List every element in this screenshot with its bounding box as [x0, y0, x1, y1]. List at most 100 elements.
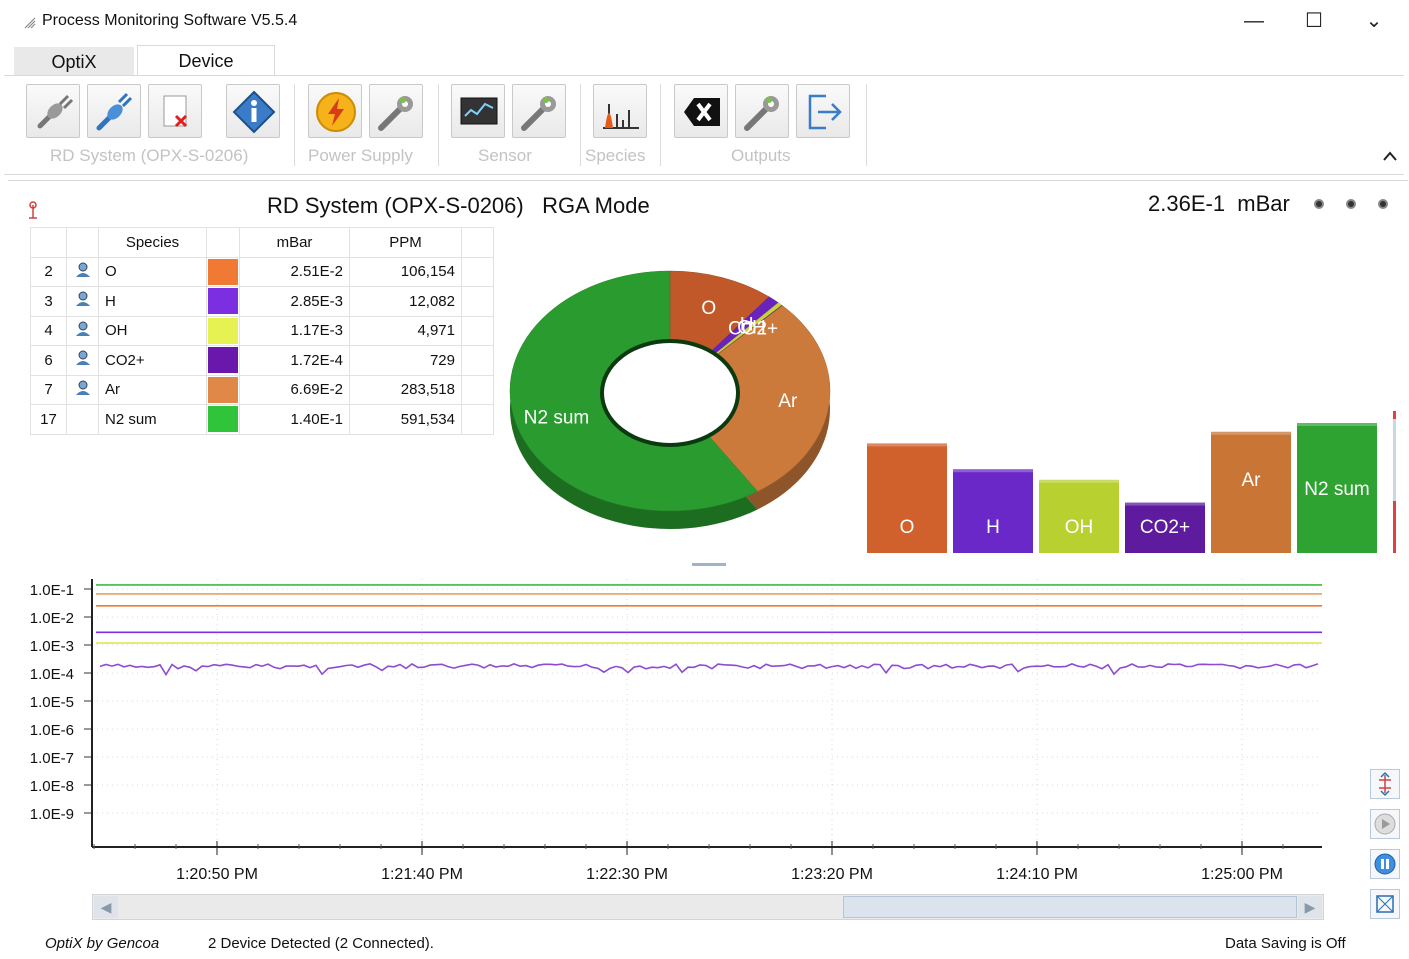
- species-button[interactable]: [593, 84, 647, 138]
- row-spacer: [461, 315, 494, 346]
- power-button[interactable]: [308, 84, 362, 138]
- row-spacer: [461, 286, 494, 317]
- remove-device-button[interactable]: [148, 84, 202, 138]
- species-color-swatch: [206, 404, 240, 435]
- tab-device[interactable]: Device: [137, 45, 275, 79]
- species-mbar: 1.72E-4: [239, 345, 350, 376]
- ribbon-separator: [294, 84, 295, 166]
- sensor-button[interactable]: [451, 84, 505, 138]
- play-icon: [1374, 813, 1396, 835]
- bar-h[interactable]: [953, 469, 1033, 553]
- outputs-settings-button[interactable]: [735, 84, 789, 138]
- species-index: 6: [30, 345, 67, 376]
- species-row[interactable]: 6 CO2+ 1.72E-4 729: [30, 345, 494, 376]
- group-label-power: Power Supply: [308, 146, 413, 165]
- color-swatch[interactable]: [208, 376, 238, 403]
- species-index: 7: [30, 374, 67, 405]
- zoom-reset-button[interactable]: [1370, 889, 1400, 919]
- species-color-swatch: [206, 345, 240, 376]
- export-icon: [808, 94, 842, 130]
- y-tick-label: 1.0E-5: [30, 694, 74, 711]
- indicator-3[interactable]: [1378, 199, 1388, 209]
- color-swatch[interactable]: [208, 258, 238, 285]
- species-row[interactable]: 17 N2 sum 1.40E-1 591,534: [30, 404, 494, 435]
- pressure-unit: mBar: [1237, 191, 1290, 216]
- chevron-up-icon: [1383, 151, 1397, 161]
- minimize-button[interactable]: —: [1234, 8, 1274, 34]
- sensor-settings-button[interactable]: [512, 84, 566, 138]
- color-swatch[interactable]: [208, 406, 238, 433]
- scroll-thumb[interactable]: [843, 896, 1297, 918]
- donut-label: N2 sum: [524, 407, 589, 428]
- row-spacer: [461, 345, 494, 376]
- indicator-2[interactable]: [1346, 199, 1356, 209]
- export-button[interactable]: [796, 84, 850, 138]
- bar-highlight: [1297, 423, 1377, 426]
- disconnect-button[interactable]: [26, 84, 80, 138]
- device-status: 2 Device Detected (2 Connected).: [208, 935, 434, 952]
- scroll-left-button[interactable]: ◀: [94, 896, 118, 918]
- antenna-icon: [29, 201, 37, 219]
- outputs-clear-button[interactable]: [674, 84, 728, 138]
- species-name: N2 sum: [98, 404, 207, 435]
- user-icon: [75, 291, 90, 307]
- bar-label: H: [986, 517, 1000, 538]
- species-bar-chart: O H OH CO2+Ar N2 sum: [867, 411, 1396, 553]
- donut-hole: [600, 339, 740, 447]
- spectrum-icon: [603, 104, 639, 129]
- species-name: Ar: [98, 374, 207, 405]
- zoom-fit-icon: [1379, 771, 1391, 797]
- ribbon-separator: [580, 84, 581, 166]
- col-index: [30, 227, 67, 258]
- lightning-icon: [316, 92, 356, 132]
- species-row[interactable]: 2 O 2.51E-2 106,154: [30, 256, 494, 287]
- panel-splitter[interactable]: [692, 563, 726, 566]
- col-species[interactable]: Species: [98, 227, 207, 258]
- zoom-fit-button[interactable]: [1370, 769, 1400, 799]
- connect-button[interactable]: [87, 84, 141, 138]
- bar-label: O: [900, 517, 915, 538]
- bar-highlight: [953, 469, 1033, 473]
- bar-label: Ar: [1242, 470, 1262, 491]
- col-mbar[interactable]: mBar: [239, 227, 350, 258]
- species-row[interactable]: 7 Ar 6.69E-2 283,518: [30, 374, 494, 405]
- power-settings-button[interactable]: [369, 84, 423, 138]
- maximize-button[interactable]: ☐: [1294, 8, 1334, 34]
- col-ppm[interactable]: PPM: [349, 227, 462, 258]
- brand-label: OptiX by Gencoa: [45, 935, 160, 952]
- color-swatch[interactable]: [208, 288, 238, 315]
- bar-scale-bottom: [1393, 501, 1396, 553]
- play-button[interactable]: [1370, 809, 1400, 839]
- ribbon-separator: [660, 84, 661, 166]
- user-icon: [66, 256, 99, 287]
- color-swatch[interactable]: [208, 317, 238, 344]
- x-tick-label: 1:24:10 PM: [996, 866, 1078, 883]
- col-color: [206, 227, 240, 258]
- species-index: 3: [30, 286, 67, 317]
- scroll-right-button[interactable]: ▶: [1298, 896, 1322, 918]
- species-color-swatch: [206, 256, 240, 287]
- species-mbar: 1.40E-1: [239, 404, 350, 435]
- species-row[interactable]: 3 H 2.85E-3 12,082: [30, 286, 494, 317]
- remove-document-icon: [163, 95, 188, 128]
- color-swatch[interactable]: [208, 347, 238, 374]
- species-name: CO2+: [98, 345, 207, 376]
- status-bar: OptiX by Gencoa 2 Device Detected (2 Con…: [0, 928, 1409, 959]
- species-index: 4: [30, 315, 67, 346]
- species-row[interactable]: 4 OH 1.17E-3 4,971: [30, 315, 494, 346]
- user-icon: [66, 315, 99, 346]
- close-button[interactable]: ⌄: [1354, 8, 1394, 34]
- species-index: 2: [30, 256, 67, 287]
- ribbon-tabs: OptiX Device: [0, 42, 1409, 79]
- plug-disconnected-icon: [37, 94, 74, 129]
- indicator-1[interactable]: [1314, 199, 1324, 209]
- y-tick-label: 1.0E-3: [30, 638, 74, 655]
- collapse-ribbon-button[interactable]: [1382, 146, 1398, 167]
- time-scrollbar[interactable]: ◀ ▶: [92, 894, 1324, 920]
- device-mode: RGA Mode: [542, 193, 650, 218]
- donut-label: Ar: [778, 391, 798, 412]
- col-spacer: [461, 227, 494, 258]
- device-info-button[interactable]: [226, 84, 280, 138]
- bar-ar[interactable]: [1211, 431, 1291, 553]
- pause-button[interactable]: [1370, 849, 1400, 879]
